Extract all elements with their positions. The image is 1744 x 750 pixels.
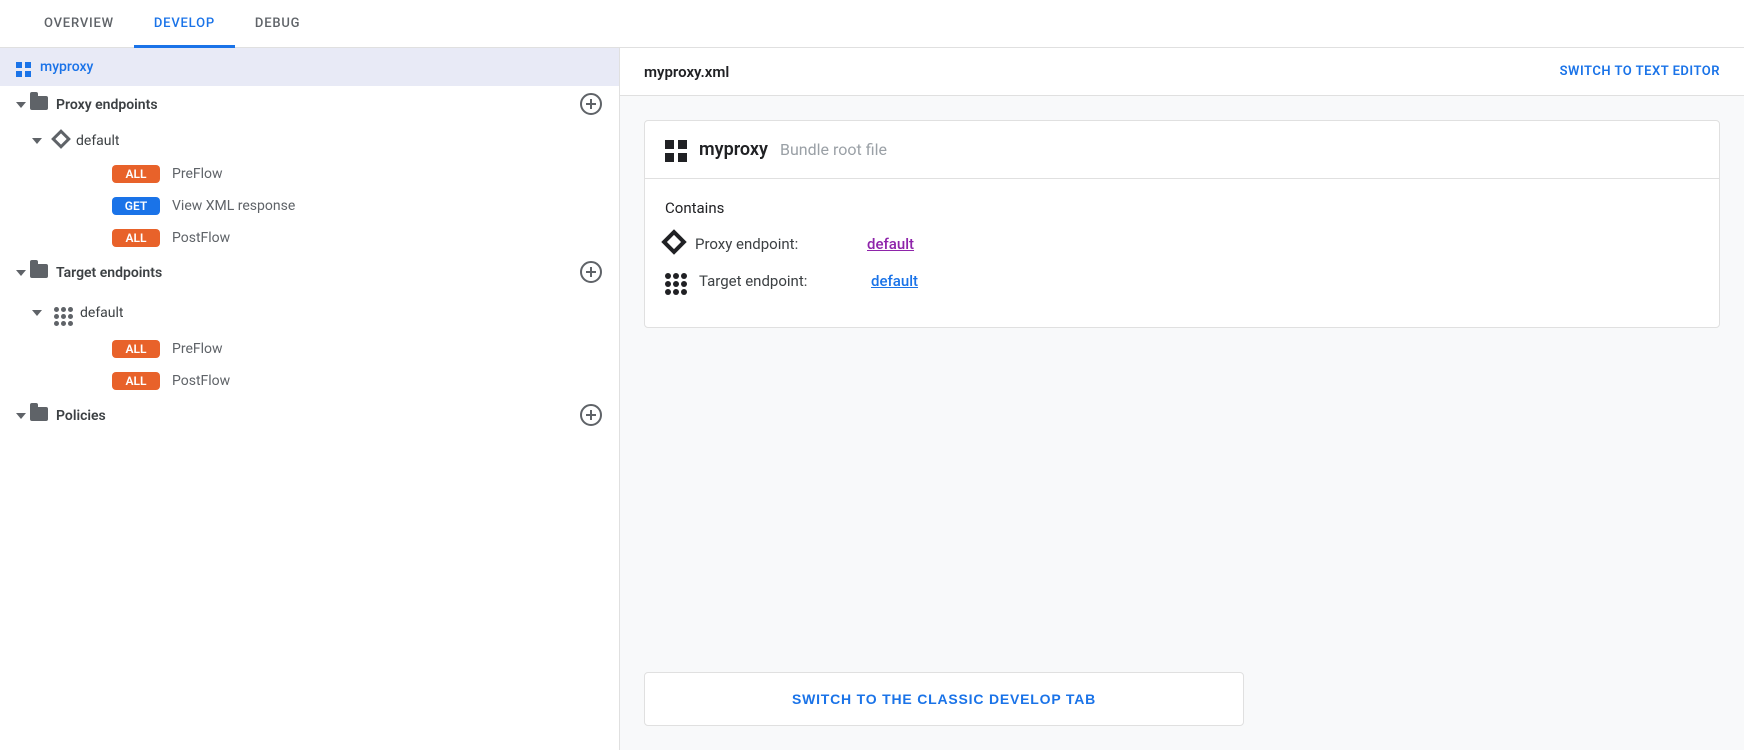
tab-develop[interactable]: DEVELOP [134,2,235,48]
contains-label: Contains [665,199,1699,217]
bundle-name: myproxy [699,139,768,160]
policies-title: Policies [56,408,106,424]
proxy-getflow-name: View XML response [172,198,295,214]
main-layout: myproxy Proxy endpoints [0,48,1744,750]
root-item-label: myproxy [40,59,93,75]
target-preflow-badge: ALL [112,340,160,358]
proxy-endpoints-add-btn[interactable] [579,92,603,119]
proxy-flows: ALL PreFlow GET View XML response ALL Po… [32,158,619,254]
proxy-getflow-item[interactable]: GET View XML response [112,190,619,222]
file-name: myproxy.xml [644,63,729,81]
proxy-endpoint-link[interactable]: default [867,235,914,253]
proxy-endpoints-header[interactable]: Proxy endpoints [0,86,619,124]
proxy-preflow-item[interactable]: ALL PreFlow [112,158,619,190]
policies-section: Policies [0,397,619,435]
target-postflow-name: PostFlow [172,373,230,389]
target-preflow-name: PreFlow [172,341,223,357]
proxy-postflow-item[interactable]: ALL PostFlow [112,222,619,254]
target-default-chevron [32,310,42,316]
proxy-default-child: default ALL PreFlow GET View XML respons… [0,124,619,254]
proxy-getflow-badge: GET [112,197,160,215]
proxy-default-label: default [76,133,120,149]
switch-text-editor-btn[interactable]: SWITCH TO TEXT EDITOR [1560,64,1720,79]
proxy-postflow-badge: ALL [112,229,160,247]
myproxy-grid-icon [16,56,32,78]
bundle-subtitle: Bundle root file [780,140,887,159]
tab-overview[interactable]: OVERVIEW [24,2,134,48]
target-flows: ALL PreFlow ALL PostFlow [32,333,619,397]
target-endpoint-label: Target endpoint: [699,272,859,290]
target-endpoints-header[interactable]: Target endpoints [0,254,619,292]
target-endpoint-link[interactable]: default [871,272,918,290]
proxy-endpoint-label: Proxy endpoint: [695,235,855,253]
bundle-card-body: Contains Proxy endpoint: default [645,179,1719,327]
top-nav: OVERVIEW DEVELOP DEBUG [0,0,1744,48]
bottom-area: SWITCH TO THE CLASSIC DEVELOP TAB [620,656,1744,750]
right-panel-header: myproxy.xml SWITCH TO TEXT EDITOR [620,48,1744,96]
proxy-endpoint-diamond-icon [665,233,683,255]
policies-header[interactable]: Policies [0,397,619,435]
proxy-default-chevron [32,138,42,144]
left-panel: myproxy Proxy endpoints [0,48,620,750]
proxy-preflow-badge: ALL [112,165,160,183]
proxy-endpoints-folder-icon [30,96,48,114]
bundle-grid-icon [665,137,687,162]
proxy-postflow-name: PostFlow [172,230,230,246]
proxy-endpoints-chevron [16,102,26,108]
switch-classic-btn[interactable]: SWITCH TO THE CLASSIC DEVELOP TAB [644,672,1244,726]
target-endpoint-row: Target endpoint: default [665,267,1699,295]
target-endpoints-chevron [16,270,26,276]
proxy-endpoints-section: Proxy endpoints default [0,86,619,254]
right-panel: myproxy.xml SWITCH TO TEXT EDITOR myprox… [620,48,1744,750]
tab-debug[interactable]: DEBUG [235,2,320,48]
target-default-dots-icon [54,300,72,325]
proxy-endpoints-title: Proxy endpoints [56,97,158,113]
policies-add-btn[interactable] [579,403,603,430]
proxy-default-header[interactable]: default [32,124,619,158]
target-preflow-item[interactable]: ALL PreFlow [112,333,619,365]
right-panel-content: myproxy Bundle root file Contains Proxy … [620,96,1744,656]
target-endpoint-dots-icon [665,267,687,295]
target-endpoints-folder-icon [30,264,48,282]
target-endpoints-title: Target endpoints [56,265,162,281]
proxy-preflow-name: PreFlow [172,166,223,182]
target-default-label: default [80,305,124,321]
target-postflow-badge: ALL [112,372,160,390]
target-postflow-item[interactable]: ALL PostFlow [112,365,619,397]
target-default-header[interactable]: default [32,292,619,333]
bundle-card-header: myproxy Bundle root file [645,121,1719,179]
target-default-child: default ALL PreFlow ALL PostFlow [0,292,619,397]
proxy-endpoint-row: Proxy endpoint: default [665,233,1699,255]
policies-chevron [16,413,26,419]
tree-root-item[interactable]: myproxy [0,48,619,86]
policies-folder-icon [30,407,48,425]
bundle-card: myproxy Bundle root file Contains Proxy … [644,120,1720,328]
target-endpoints-add-btn[interactable] [579,260,603,287]
target-endpoints-section: Target endpoints [0,254,619,397]
proxy-default-diamond-icon [54,132,68,150]
